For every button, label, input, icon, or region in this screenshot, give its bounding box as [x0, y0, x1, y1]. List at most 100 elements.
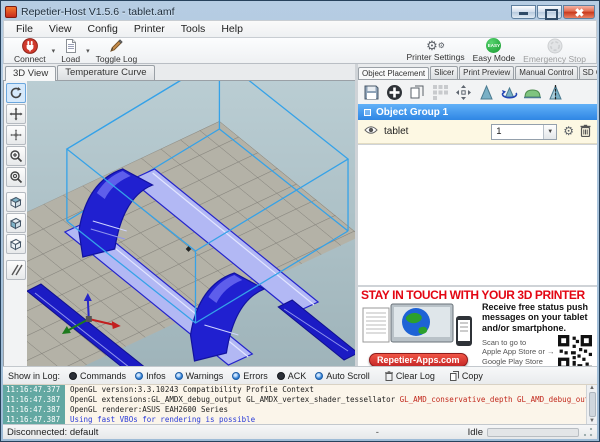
toggle-infos[interactable]: Infos [135, 371, 166, 381]
add-object-icon[interactable] [385, 83, 404, 102]
autoposition-icon [431, 83, 450, 102]
zoom-in-button[interactable] [6, 146, 26, 166]
easy-mode-icon: EASY [486, 38, 501, 53]
toggle-auto-scroll[interactable]: Auto Scroll [315, 371, 370, 381]
infos-dot-icon [135, 372, 143, 380]
pencil-icon [108, 38, 124, 54]
visibility-eye-icon[interactable] [364, 125, 378, 138]
scroll-up-icon[interactable]: ▲ [589, 385, 595, 391]
log-entry: 11:16:47.387 OpenGL extensions:GL_AMDX_d… [3, 395, 586, 405]
toggle-ack[interactable]: ACK [277, 371, 307, 381]
maximize-button[interactable] [537, 5, 562, 19]
right-tab-strip: Object Placement Slicer Print Preview Ma… [358, 64, 597, 80]
log-entry: 11:16:47.387 OpenGL renderer:ASUS EAH260… [3, 405, 586, 415]
ad-body-text: Receive free status push messages on you… [482, 302, 594, 333]
menu-help[interactable]: Help [213, 22, 251, 36]
load-file-icon [63, 38, 79, 54]
commands-dot-icon [69, 372, 77, 380]
main-toolbar: Connect ▾ Load ▾ Toggle Log ⚙⚙ Printer S… [3, 37, 597, 64]
log-output[interactable]: 11:16:47.377 OpenGL version:3.3.10243 Co… [3, 384, 597, 424]
gears-icon: ⚙⚙ [426, 39, 445, 52]
status-center: - [287, 427, 468, 438]
app-window: Repetier-Host V1.5.6 - tablet.amf File V… [0, 0, 600, 442]
chevron-down-icon: ▼ [543, 125, 556, 139]
ad-banner[interactable]: STAY IN TOUCH WITH YOUR 3D PRINTER [358, 286, 597, 366]
title-bar: Repetier-Host V1.5.6 - tablet.amf [3, 3, 597, 20]
log-entry: 11:16:47.387 Using fast VBOs for renderi… [3, 415, 586, 424]
menu-view[interactable]: View [41, 22, 80, 36]
printer-settings-button[interactable]: ⚙⚙ Printer Settings [403, 38, 469, 64]
zoom-fit-button[interactable] [6, 167, 26, 187]
save-icon[interactable] [362, 83, 381, 102]
load-dropdown-icon[interactable]: ▾ [84, 47, 92, 55]
log-scrollbar[interactable]: ▲ ▼ [586, 385, 597, 424]
menu-bar: File View Config Printer Tools Help [3, 20, 597, 37]
resize-grip[interactable] [583, 427, 593, 437]
center-object-icon[interactable] [454, 83, 473, 102]
connect-plug-icon [22, 38, 38, 54]
menu-tools[interactable]: Tools [173, 22, 214, 36]
move-view-button[interactable] [6, 104, 26, 124]
log-toolbar: Show in Log: Commands Infos Warnings Err… [3, 366, 597, 384]
repetier-apps-button[interactable]: Repetier-Apps.com [369, 353, 468, 366]
tab-sd-card[interactable]: SD Card [579, 66, 597, 79]
menu-file[interactable]: File [8, 22, 41, 36]
load-button[interactable]: Load [57, 38, 84, 64]
toggle-projection-button[interactable] [6, 260, 26, 280]
qr-code [558, 335, 592, 366]
object-list-area[interactable] [358, 144, 597, 286]
scale-object-icon[interactable] [477, 83, 496, 102]
close-button[interactable] [563, 5, 595, 19]
copy-object-icon[interactable] [408, 83, 427, 102]
front-view-button[interactable] [6, 213, 26, 233]
tab-manual-control[interactable]: Manual Control [515, 66, 577, 79]
auto-scroll-dot-icon [315, 372, 323, 380]
connect-dropdown-icon[interactable]: ▾ [50, 47, 58, 55]
ad-headline: STAY IN TOUCH WITH YOUR 3D PRINTER [361, 288, 594, 302]
tab-slicer[interactable]: Slicer [430, 66, 458, 79]
clear-log-button[interactable]: Clear Log [385, 371, 435, 381]
copies-dropdown[interactable]: 1 ▼ [491, 124, 557, 140]
menu-config[interactable]: Config [80, 22, 126, 36]
toggle-commands[interactable]: Commands [69, 371, 126, 381]
viewport-toolbar [4, 81, 27, 366]
toggle-errors[interactable]: Errors [232, 371, 268, 381]
cut-object-icon[interactable] [546, 83, 565, 102]
view-tab-strip: 3D View Temperature Curve [3, 64, 355, 81]
object-group-header[interactable]: Object Group 1 [358, 104, 597, 120]
delete-object-trash-icon[interactable] [580, 124, 591, 140]
ad-illustration [361, 302, 477, 348]
window-title: Repetier-Host V1.5.6 - tablet.amf [21, 6, 175, 18]
top-view-button[interactable] [6, 234, 26, 254]
group-icon [364, 109, 371, 116]
object-toolbar [358, 80, 597, 104]
object-settings-gear-icon[interactable]: ⚙ [563, 125, 574, 138]
tab-3d-view[interactable]: 3D View [5, 66, 56, 81]
printer-state-label: Idle [468, 427, 483, 438]
scroll-thumb[interactable] [589, 392, 596, 417]
tab-print-preview[interactable]: Print Preview [459, 66, 514, 79]
errors-dot-icon [232, 372, 240, 380]
drop-object-icon[interactable] [523, 83, 542, 102]
rotate-object-icon[interactable] [500, 83, 519, 102]
object-name: tablet [384, 126, 408, 137]
object-row-tablet[interactable]: tablet 1 ▼ ⚙ [358, 120, 597, 144]
isometric-view-button[interactable] [6, 192, 26, 212]
status-bar: Disconnected: default - Idle [3, 424, 597, 439]
menu-printer[interactable]: Printer [126, 22, 173, 36]
3d-scene[interactable] [27, 81, 355, 366]
tab-object-placement[interactable]: Object Placement [358, 67, 429, 80]
tab-temperature-curve[interactable]: Temperature Curve [57, 65, 154, 80]
rotate-view-button[interactable] [6, 83, 26, 103]
trash-icon [385, 371, 393, 381]
connect-button[interactable]: Connect [10, 38, 50, 64]
minimize-button[interactable] [511, 5, 536, 19]
toggle-warnings[interactable]: Warnings [175, 371, 224, 381]
copy-log-button[interactable]: Copy [450, 371, 483, 381]
connection-status: Disconnected: default [7, 427, 287, 438]
warnings-dot-icon [175, 372, 183, 380]
toggle-log-button[interactable]: Toggle Log [92, 38, 142, 64]
easy-mode-button[interactable]: EASY Easy Mode [469, 38, 520, 64]
move-object-button[interactable] [6, 125, 26, 145]
app-logo-icon [5, 6, 17, 18]
